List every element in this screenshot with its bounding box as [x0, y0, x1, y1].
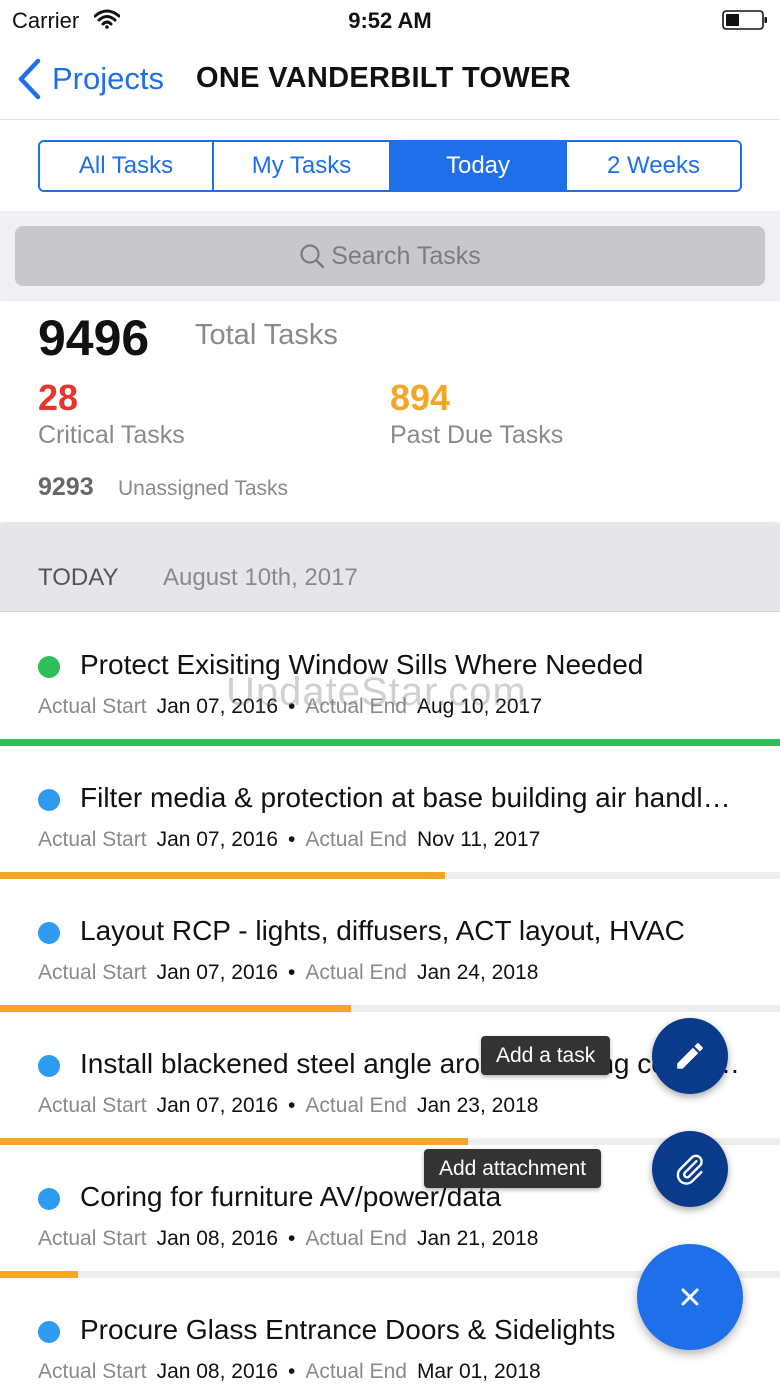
task-status-dot — [38, 1055, 60, 1077]
task-row[interactable]: Filter media & protection at base buildi… — [0, 746, 780, 879]
actual-end-value: Nov 11, 2017 — [416, 828, 541, 851]
close-fab-menu-button[interactable] — [637, 1244, 743, 1350]
task-title: Coring for furniture AV/power/data — [80, 1181, 502, 1212]
actual-start-value: Jan 07, 2016 — [156, 1094, 278, 1117]
actual-start-value: Jan 07, 2016 — [156, 961, 278, 984]
task-row[interactable]: Layout RCP - lights, diffusers, ACT layo… — [0, 879, 780, 1012]
add-attachment-tooltip: Add attachment — [424, 1149, 602, 1188]
critical-tasks-count[interactable]: 28 — [38, 377, 78, 419]
chevron-left-icon — [18, 58, 41, 100]
actual-start-label: Actual Start — [38, 961, 147, 984]
section-date: August 10th, 2017 — [163, 564, 358, 591]
actual-end-label: Actual End — [305, 961, 407, 984]
search-area: Search Tasks — [0, 211, 780, 301]
task-dates: Actual Start Jan 08, 2016 • Actual End Jan 2… — [38, 1227, 538, 1251]
task-progress-fill — [0, 1138, 468, 1145]
date-separator: • — [288, 828, 296, 851]
actual-start-label: Actual Start — [38, 1227, 147, 1250]
task-status-dot — [38, 1321, 60, 1343]
task-progress-fill — [0, 872, 445, 879]
task-progress-fill — [0, 1271, 78, 1278]
actual-start-label: Actual Start — [38, 695, 147, 718]
add-task-tooltip: Add a task — [481, 1036, 611, 1075]
task-title: Filter media & protection at base buildi… — [80, 782, 740, 813]
actual-start-label: Actual Start — [38, 1094, 147, 1117]
search-input[interactable]: Search Tasks — [15, 226, 765, 286]
paperclip-icon — [676, 1154, 703, 1185]
add-task-button[interactable] — [652, 1018, 728, 1094]
task-dates: Actual Start Jan 07, 2016 • Actual End Jan 2… — [38, 961, 538, 985]
actual-start-label: Actual Start — [38, 1360, 147, 1383]
date-separator: • — [288, 961, 296, 984]
date-separator: • — [288, 1227, 296, 1250]
task-title: Layout RCP - lights, diffusers, ACT layo… — [80, 915, 685, 946]
actual-start-value: Jan 08, 2016 — [156, 1227, 278, 1250]
status-bar: Carrier 9:52 AM — [0, 0, 780, 40]
actual-end-value: Jan 24, 2018 — [416, 961, 539, 984]
task-title: Install blackened steel angle around exi… — [80, 1048, 740, 1079]
tab-all-tasks[interactable]: All Tasks — [40, 142, 214, 190]
date-separator: • — [288, 1360, 296, 1383]
total-tasks-label: Total Tasks — [195, 319, 338, 351]
actual-end-value: Jan 23, 2018 — [416, 1094, 539, 1117]
task-dates: Actual Start Jan 08, 2016 • Actual End Mar 0… — [38, 1360, 541, 1384]
past-due-tasks-count[interactable]: 894 — [390, 377, 450, 419]
total-tasks-count: 9496 — [38, 310, 150, 366]
critical-tasks-label: Critical Tasks — [38, 421, 185, 449]
actual-end-label: Actual End — [305, 828, 407, 851]
pencil-icon — [677, 1043, 703, 1069]
task-progress-bar — [0, 1005, 780, 1012]
search-icon — [300, 244, 325, 269]
actual-end-value: Jan 21, 2018 — [416, 1227, 539, 1250]
search-placeholder: Search Tasks — [331, 241, 481, 270]
task-status-dot — [38, 789, 60, 811]
add-attachment-button[interactable] — [652, 1131, 728, 1207]
tab-my-tasks[interactable]: My Tasks — [214, 142, 391, 190]
task-filter-tabs: All Tasks My Tasks Today 2 Weeks — [38, 140, 742, 192]
page-title: ONE VANDERBILT TOWER — [196, 62, 571, 94]
actual-end-value: Mar 01, 2018 — [416, 1360, 541, 1383]
navigation-bar: Projects ONE VANDERBILT TOWER — [0, 40, 780, 120]
section-header-today: TODAY August 10th, 2017 — [0, 524, 780, 612]
past-due-tasks-label: Past Due Tasks — [390, 421, 564, 449]
date-separator: • — [288, 1094, 296, 1117]
section-label: TODAY — [38, 564, 119, 591]
actual-end-label: Actual End — [305, 1360, 407, 1383]
unassigned-tasks-label: Unassigned Tasks — [118, 477, 289, 500]
task-progress-fill — [0, 1005, 351, 1012]
task-status-dot — [38, 1188, 60, 1210]
task-dates: Actual Start Jan 07, 2016 • Actual End Jan 2… — [38, 1094, 538, 1118]
actual-start-value: Jan 07, 2016 — [156, 828, 278, 851]
battery-icon — [722, 10, 767, 30]
back-button[interactable]: Projects — [16, 56, 164, 102]
task-status-dot — [38, 922, 60, 944]
actual-end-label: Actual End — [305, 1094, 407, 1117]
task-status-dot — [38, 656, 60, 678]
status-time: 9:52 AM — [348, 8, 432, 33]
actual-end-label: Actual End — [305, 1227, 407, 1250]
back-label: Projects — [52, 61, 164, 96]
task-progress-bar — [0, 739, 780, 746]
tab-2-weeks[interactable]: 2 Weeks — [567, 142, 740, 190]
tab-today[interactable]: Today — [391, 142, 567, 190]
task-dates: Actual Start Jan 07, 2016 • Actual End Nov 1… — [38, 828, 540, 852]
task-stats-card: 9496 Total Tasks 28 Critical Tasks 894 P… — [0, 301, 780, 522]
task-progress-bar — [0, 872, 780, 879]
watermark-text: UpdateStar.com — [226, 670, 527, 714]
actual-start-value: Jan 08, 2016 — [156, 1360, 278, 1383]
actual-start-label: Actual Start — [38, 828, 147, 851]
task-progress-fill — [0, 739, 780, 746]
close-icon — [681, 1288, 699, 1306]
unassigned-tasks-count[interactable]: 9293 — [38, 473, 94, 502]
